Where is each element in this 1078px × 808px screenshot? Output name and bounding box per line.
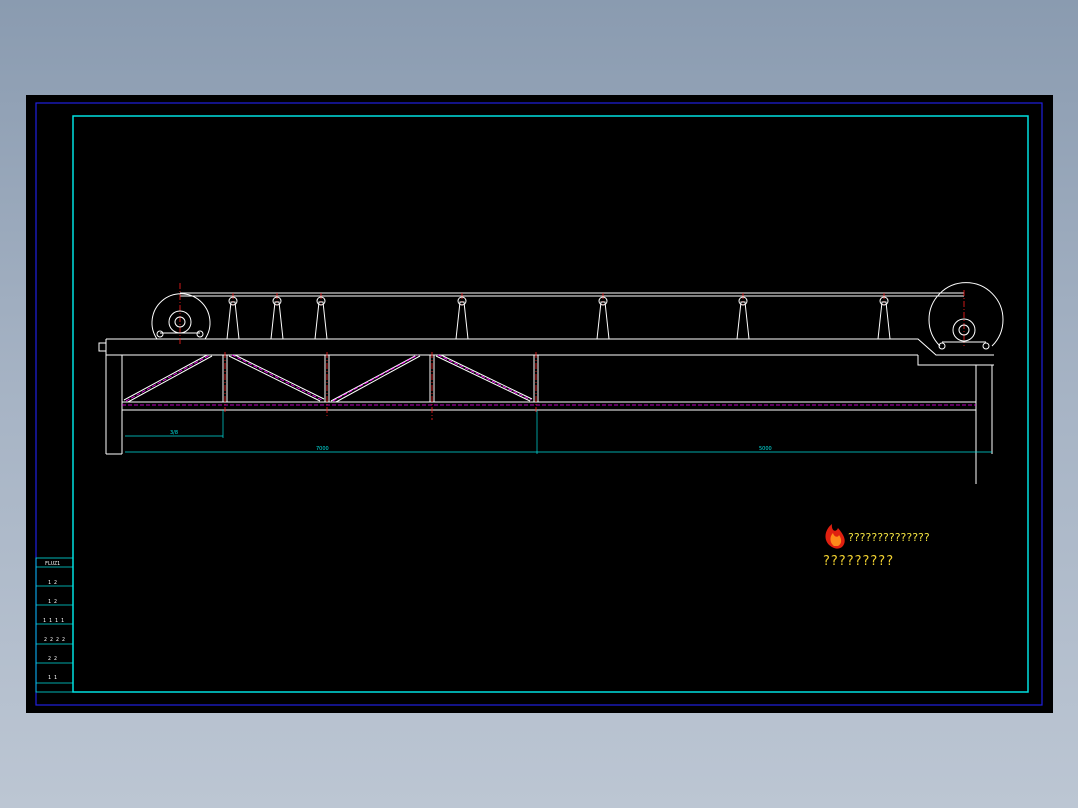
truss-diagonals bbox=[123, 354, 533, 403]
dimension-bay-width: 3/8 bbox=[170, 430, 178, 436]
title-block-row-6: 2 2 bbox=[48, 656, 57, 662]
head-pulley bbox=[151, 293, 211, 340]
outer-frame bbox=[35, 102, 1043, 706]
dimension-lines bbox=[125, 410, 992, 454]
inner-frame bbox=[72, 115, 1029, 693]
watermark-line-2: ????????? bbox=[823, 554, 894, 569]
idlers bbox=[226, 296, 891, 340]
title-block-row-5: 2 2 2 2 bbox=[44, 637, 65, 643]
dimension-span-left: 7000 bbox=[316, 446, 329, 452]
title-block-row-7: 1 1 bbox=[48, 675, 57, 681]
dimension-span-right: 5000 bbox=[759, 446, 772, 452]
watermark-logo: ?????????????? ????????? bbox=[823, 524, 930, 569]
conveyor-drawing: FLUZ1 1 2 1 2 1 1 1 1 2 2 2 2 2 2 1 1 3/… bbox=[35, 102, 1043, 706]
conveyor-belt bbox=[180, 292, 964, 297]
tail-pulley bbox=[928, 282, 1004, 350]
title-block-row-2: 1 2 bbox=[48, 580, 57, 586]
centerlines bbox=[179, 283, 965, 420]
title-block-row-4: 1 1 1 1 bbox=[43, 618, 64, 624]
title-block bbox=[35, 557, 74, 693]
cad-viewport[interactable]: FLUZ1 1 2 1 2 1 1 1 1 2 2 2 2 2 2 1 1 3/… bbox=[26, 95, 1053, 713]
watermark-line-1: ?????????????? bbox=[848, 531, 930, 544]
title-block-row-1: FLUZ1 bbox=[45, 561, 60, 567]
title-block-row-3: 1 2 bbox=[48, 599, 57, 605]
end-bolt bbox=[98, 342, 107, 352]
